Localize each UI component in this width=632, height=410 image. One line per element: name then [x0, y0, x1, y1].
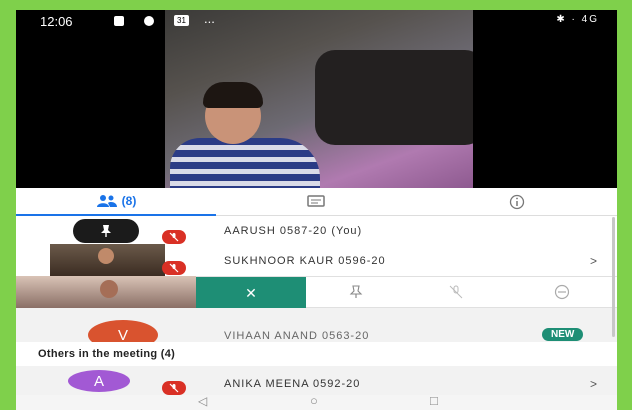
- back-button[interactable]: ◁: [198, 394, 207, 408]
- scrollbar[interactable]: [612, 217, 615, 337]
- participant-face: [98, 248, 114, 264]
- people-icon: [96, 194, 118, 208]
- main-video[interactable]: 12:06 31 ... ✱ · 4G: [16, 10, 617, 188]
- others-section-header: Others in the meeting (4): [16, 342, 617, 366]
- participant-row[interactable]: V VIHAAN ANAND 0563-20 NEW: [16, 308, 617, 350]
- mute-button[interactable]: [406, 277, 506, 309]
- recent-apps-button[interactable]: □: [430, 393, 438, 408]
- participant-thumbnail: [16, 244, 196, 276]
- chat-bubble-icon: [144, 16, 154, 26]
- pin-icon: [349, 284, 363, 302]
- participant-name: VIHAAN ANAND 0563-20: [224, 330, 370, 342]
- remove-button[interactable]: [506, 277, 617, 309]
- close-button[interactable]: ✕: [196, 277, 306, 309]
- status-bar: 12:06 31 ... ✱ · 4G: [16, 10, 617, 32]
- participant-row-self[interactable]: AARUSH 0587-20 (You): [16, 216, 617, 244]
- chevron-right-icon[interactable]: >: [590, 377, 597, 391]
- participant-name: ANIKA MEENA 0592-20: [224, 378, 361, 390]
- new-badge: NEW: [542, 328, 584, 341]
- others-heading: Others in the meeting (4): [38, 348, 176, 360]
- video-frame: [165, 10, 473, 188]
- tab-chat[interactable]: [216, 188, 416, 216]
- status-right: ✱ · 4G: [556, 14, 599, 25]
- calendar-badge: 31: [174, 15, 189, 26]
- child-shirt: [170, 138, 320, 188]
- participant-action-bar: ✕: [196, 276, 617, 309]
- info-icon: [509, 194, 525, 210]
- pin-icon: [73, 219, 139, 243]
- mic-off-icon: [449, 285, 463, 302]
- status-time: 12:06: [40, 14, 73, 29]
- chat-icon: [307, 195, 325, 209]
- home-button[interactable]: ○: [310, 393, 318, 408]
- mic-off-icon: [162, 381, 186, 395]
- participant-thumbnail-2: [16, 276, 196, 308]
- phone-screen: 12:06 31 ... ✱ · 4G (8) AARUSH 0587-20 (…: [16, 10, 617, 410]
- pin-button[interactable]: [306, 277, 406, 309]
- participant-row[interactable]: SUKHNOOR KAUR 0596-20 >: [16, 244, 617, 276]
- child-hair: [203, 82, 263, 108]
- sofa: [315, 50, 473, 145]
- participant-name: SUKHNOOR KAUR 0596-20: [224, 255, 386, 267]
- more-dots: ...: [204, 11, 215, 26]
- mic-off-icon: [162, 261, 186, 275]
- participant-row[interactable]: A ANIKA MEENA 0592-20 >: [16, 366, 617, 395]
- participant-name: AARUSH 0587-20 (You): [224, 225, 363, 237]
- tab-people[interactable]: (8): [16, 188, 216, 216]
- android-nav-bar: ◁ ○ □: [16, 393, 617, 410]
- people-count: (8): [121, 194, 137, 208]
- participant-video: [50, 244, 165, 276]
- self-thumbnail: [16, 216, 196, 244]
- chevron-right-icon[interactable]: >: [590, 254, 597, 268]
- remove-icon: [554, 284, 570, 303]
- tab-info[interactable]: [416, 188, 617, 216]
- mic-off-icon: [162, 230, 186, 244]
- tab-bar: (8): [16, 188, 617, 216]
- notification-icon: [114, 16, 124, 26]
- avatar: A: [68, 370, 130, 392]
- participant-face: [100, 280, 118, 298]
